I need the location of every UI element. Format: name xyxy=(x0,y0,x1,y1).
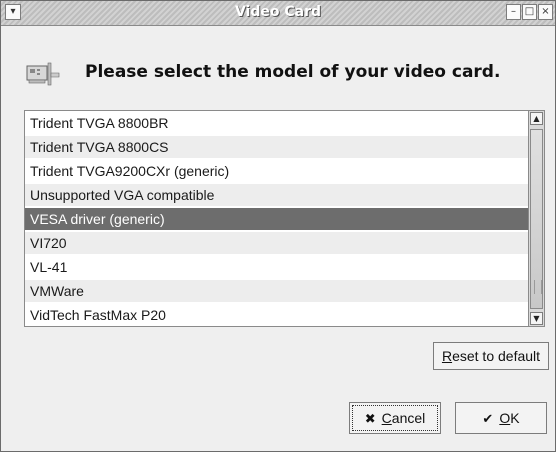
minimize-button[interactable]: – xyxy=(506,4,521,20)
video-card-list[interactable]: Trident TVGA 8800BR Trident TVGA 8800CS Tr… xyxy=(24,110,529,327)
video-card-icon xyxy=(26,62,60,86)
list-item[interactable]: Unsupported VGA compatible xyxy=(25,184,528,206)
scroll-thumb[interactable] xyxy=(530,129,543,309)
close-button[interactable]: × xyxy=(538,4,553,20)
list-item[interactable]: Trident TVGA 8800BR xyxy=(25,112,528,134)
minimize-icon: – xyxy=(511,6,516,17)
arrow-up-icon: ▲ xyxy=(533,114,540,123)
ok-button-label: OK xyxy=(499,410,520,426)
list-item[interactable]: VidTech FastMax P20 xyxy=(25,304,528,326)
window-title: Video Card xyxy=(234,4,322,20)
list-item[interactable]: VESA driver (generic) xyxy=(25,208,528,230)
reset-button-label: Reset to default xyxy=(441,348,541,364)
cancel-icon: ✖ xyxy=(364,411,376,426)
close-icon: × xyxy=(541,6,550,17)
reset-to-default-button[interactable]: Reset to default xyxy=(433,342,549,370)
list-item[interactable]: Trident TVGA 8800CS xyxy=(25,136,528,158)
video-card-dialog: ▾ Video Card – □ × Please select the mod… xyxy=(0,0,556,452)
page-title: Please select the model of your video ca… xyxy=(85,62,501,82)
cancel-button-label: Cancel xyxy=(381,410,426,426)
maximize-button[interactable]: □ xyxy=(522,4,537,20)
cancel-button[interactable]: ✖ Cancel xyxy=(349,402,441,434)
ok-icon: ✔ xyxy=(482,411,494,426)
list-item[interactable]: VMWare xyxy=(25,280,528,302)
list-item[interactable]: VI720 xyxy=(25,232,528,254)
list-item[interactable]: VL-41 xyxy=(25,256,528,278)
title-bar[interactable]: ▾ Video Card – □ × xyxy=(1,1,555,26)
grip-icon xyxy=(534,280,542,294)
ok-button[interactable]: ✔ OK xyxy=(455,402,547,434)
maximize-icon: □ xyxy=(524,6,535,17)
list-scrollbar[interactable]: ▲ ▼ xyxy=(529,110,545,327)
arrow-down-icon: ▼ xyxy=(533,314,540,323)
list-item[interactable]: Trident TVGA9200CXr (generic) xyxy=(25,160,528,182)
scroll-up-button[interactable]: ▲ xyxy=(530,112,543,125)
scroll-down-button[interactable]: ▼ xyxy=(530,312,543,325)
